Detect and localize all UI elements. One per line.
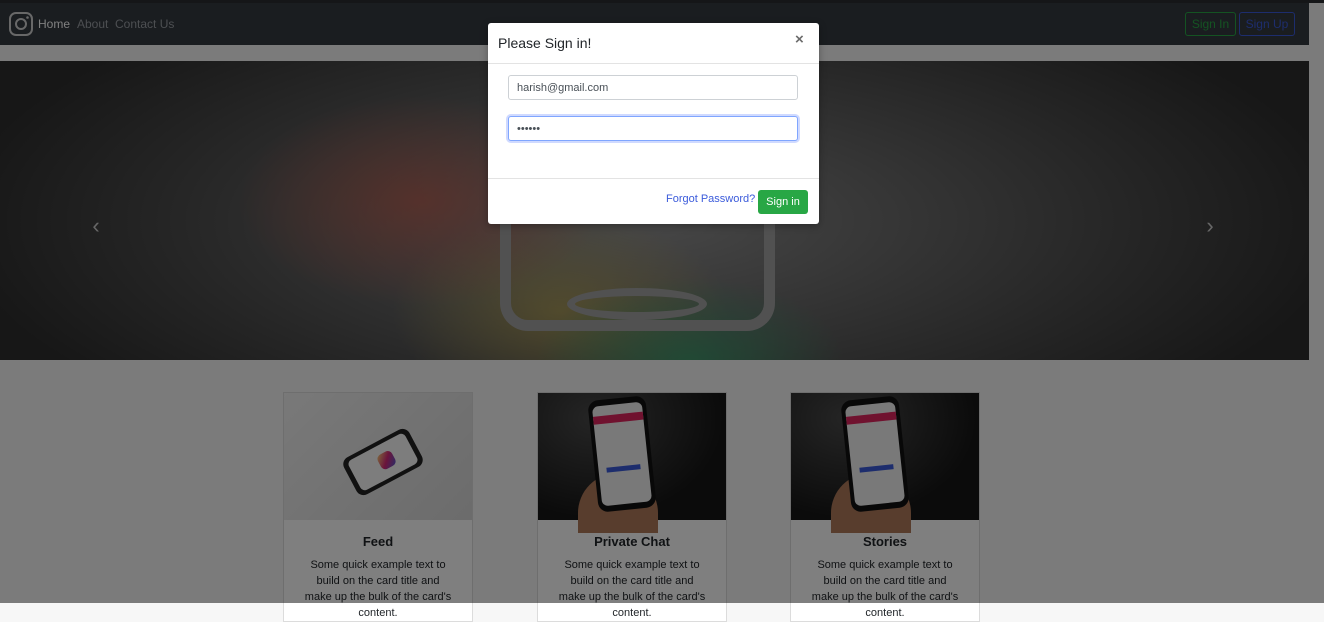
sign-in-submit-button[interactable]: Sign in: [758, 190, 808, 214]
close-icon[interactable]: ×: [795, 31, 804, 48]
modal-header: Please Sign in! ×: [488, 23, 819, 64]
sign-in-modal: Please Sign in! × Forgot Password? Sign …: [488, 23, 819, 224]
password-field[interactable]: [508, 116, 798, 141]
email-field[interactable]: [508, 75, 798, 100]
forgot-password-link[interactable]: Forgot Password?: [666, 193, 755, 205]
modal-footer: Forgot Password? Sign in: [488, 178, 819, 225]
modal-title: Please Sign in!: [498, 35, 592, 51]
